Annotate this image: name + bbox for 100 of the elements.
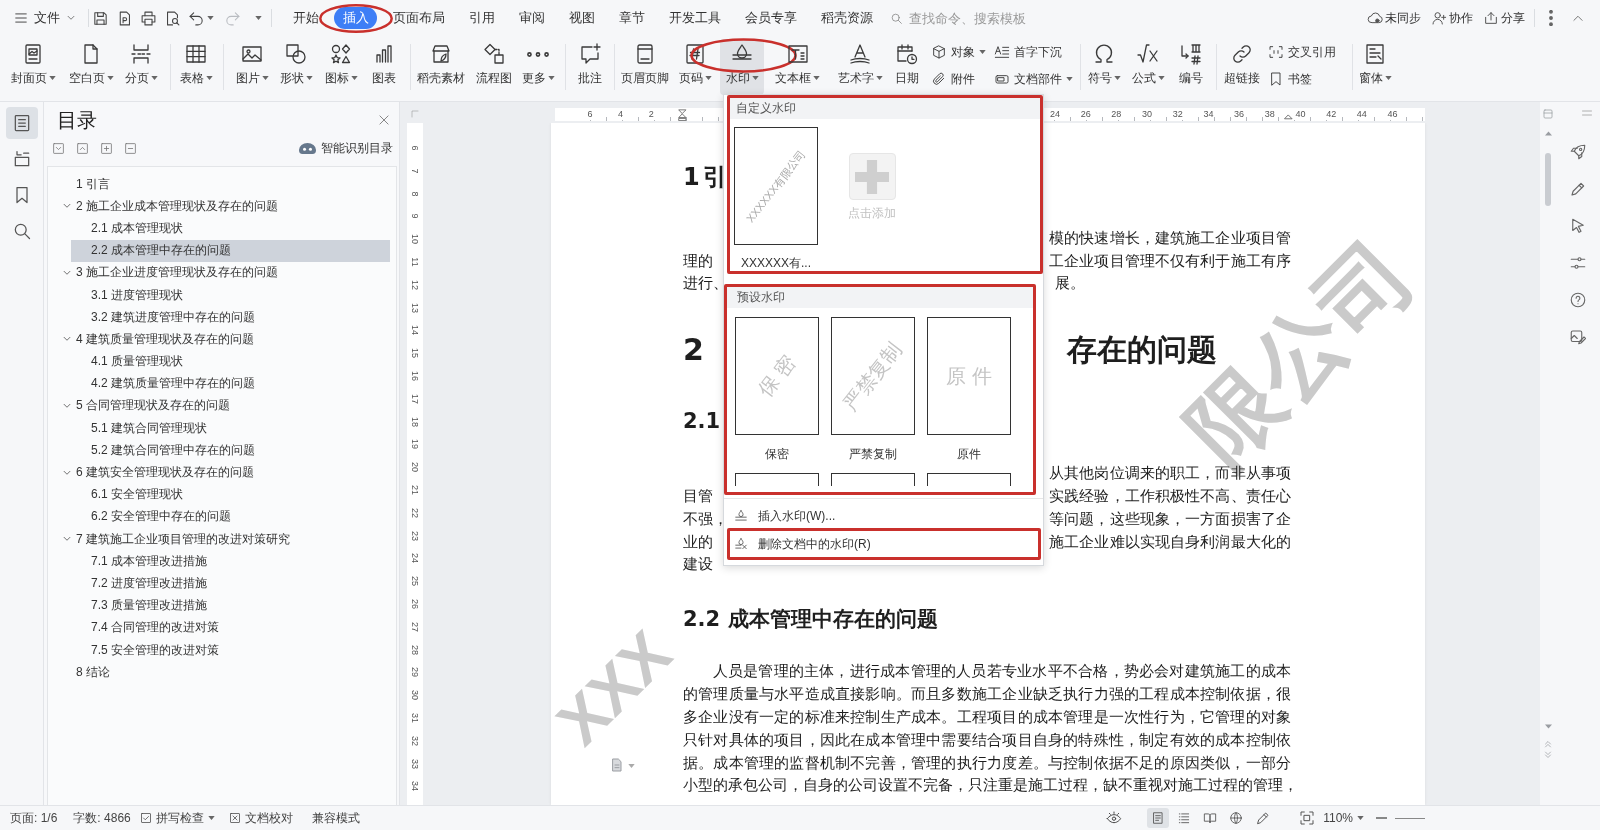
toc-item[interactable]: 2.2 成本管理中存在的问题 — [71, 239, 390, 262]
ribbon-button[interactable]: 稻壳素材 — [416, 39, 466, 95]
plus-square-icon[interactable] — [100, 141, 113, 155]
ribbon-button[interactable]: 页码 — [670, 39, 720, 95]
toc-item[interactable]: 4.1 质量管理现状 — [71, 350, 390, 373]
ribbon-button[interactable]: 附件 — [931, 69, 975, 89]
print-preview-icon[interactable] — [164, 9, 181, 27]
ribbon-tab[interactable]: 视图 — [560, 7, 603, 29]
toc-item[interactable]: 5.2 建筑合同管理中存在的问题 — [71, 439, 390, 462]
sync-button[interactable]: 未同步 — [1367, 9, 1421, 27]
caret-icon[interactable] — [628, 764, 635, 768]
ribbon-button[interactable]: 封面页 — [4, 39, 62, 95]
proofread-button[interactable]: 文档校对 — [228, 809, 293, 827]
toc-item[interactable]: 1 引言 — [55, 173, 390, 196]
toc-item[interactable]: 6 建筑安全管理现状及存在的问题 — [55, 461, 390, 484]
caret-icon[interactable] — [255, 16, 262, 20]
smart-toc-button[interactable]: 智能识别目录 — [299, 139, 393, 157]
fit-screen-icon[interactable] — [1299, 810, 1316, 826]
toc-item[interactable]: 7.2 进度管理改进措施 — [71, 572, 390, 595]
scrollbar-thumb[interactable] — [1545, 153, 1551, 206]
help-icon[interactable] — [1569, 291, 1587, 309]
ribbon-button[interactable]: 对象 — [931, 42, 986, 62]
indent-marker-icon[interactable] — [677, 108, 687, 121]
spell-check-button[interactable]: 拼写检查 — [139, 809, 215, 827]
eye-icon[interactable] — [1106, 810, 1123, 826]
ribbon-button[interactable]: 公式 — [1122, 39, 1174, 95]
scroll-up-icon[interactable] — [1544, 131, 1552, 136]
ribbon-button[interactable]: 空白页 — [62, 39, 120, 95]
undo-icon[interactable] — [188, 9, 205, 27]
search-field[interactable]: 查找命令、搜索模板 — [908, 10, 1039, 26]
toc-item[interactable]: 6.2 安全管理中存在的问题 — [71, 505, 390, 528]
toc-item[interactable]: 7.3 质量管理改进措施 — [71, 594, 390, 617]
toc-item[interactable]: 5.1 建筑合同管理现状 — [71, 417, 390, 440]
caret-icon[interactable] — [207, 16, 214, 20]
pen-icon[interactable] — [1255, 810, 1272, 826]
ribbon-tab[interactable]: 开发工具 — [660, 7, 729, 29]
ribbon-button[interactable]: 更多 — [521, 39, 555, 95]
pen-icon[interactable] — [1569, 180, 1587, 198]
ribbon-tab[interactable]: 稻壳资源 — [812, 7, 881, 29]
ribbon-button[interactable]: 艺术字 — [831, 39, 889, 95]
ribbon-button[interactable]: 批注 — [572, 39, 608, 95]
ribbon-button[interactable]: 图片 — [231, 39, 273, 95]
ribbon-button[interactable]: 流程图 — [466, 39, 521, 95]
ribbon-button[interactable]: 编号 — [1174, 39, 1208, 95]
word-count[interactable]: 字数: 4866 — [73, 809, 131, 827]
ribbon-button[interactable]: 文档部件 — [994, 69, 1073, 89]
toc-item[interactable]: 4.2 建筑质量管理中存在的问题 — [71, 372, 390, 395]
toc-item[interactable]: 7.4 合同管理的改进对策 — [71, 616, 390, 639]
zoom-level-button[interactable]: 110% — [1323, 811, 1364, 825]
ribbon-button[interactable]: 分页 — [120, 39, 162, 95]
ribbon-tab[interactable]: 章节 — [610, 7, 653, 29]
ribbon-button[interactable]: 超链接 — [1222, 39, 1262, 95]
toc-item[interactable]: 7 建筑施工企业项目管理的改进对策研究 — [55, 528, 390, 551]
ribbon-tab[interactable]: 审阅 — [510, 7, 553, 29]
expand-all-icon[interactable] — [52, 141, 65, 155]
toc-item[interactable]: 3.1 进度管理现状 — [71, 283, 390, 307]
toc-item[interactable]: 6.1 安全管理现状 — [71, 483, 390, 506]
toc-item[interactable]: 5 合同管理现状及存在的问题 — [55, 394, 390, 418]
menu-item[interactable]: 删除文档中的水印(R) — [727, 528, 1041, 560]
toc-item[interactable]: 2 施工企业成本管理现状及存在的问题 — [55, 195, 390, 218]
toc-item[interactable]: 3 施工企业进度管理现状及存在的问题 — [55, 261, 390, 284]
sidebar-tab[interactable] — [5, 107, 38, 139]
indent-marker-icon[interactable] — [1284, 114, 1293, 120]
share-button[interactable]: 分享 — [1483, 9, 1525, 27]
cursor-icon[interactable] — [1569, 217, 1587, 235]
ribbon-button[interactable]: 水印 — [720, 39, 764, 95]
ribbon-tab[interactable]: 会员专享 — [736, 7, 805, 29]
file-menu-button[interactable]: 文件 — [10, 5, 80, 31]
ribbon-tab[interactable]: 插入 — [334, 7, 377, 29]
ribbon-button[interactable]: 交叉引用 — [1268, 42, 1336, 62]
toc-item[interactable]: 7.5 安全管理的改进对策 — [71, 638, 390, 662]
ribbon-tab[interactable]: 开始 — [284, 7, 327, 29]
save-icon[interactable] — [92, 9, 109, 27]
toc-item[interactable]: 4 建筑质量管理现状及存在的问题 — [55, 328, 390, 351]
close-icon[interactable] — [377, 113, 391, 127]
collapse-all-icon[interactable] — [76, 141, 89, 155]
ribbon-tab[interactable]: 页面布局 — [384, 7, 453, 29]
ribbon-button[interactable]: 文本框 — [764, 39, 831, 95]
ribbon-button[interactable]: 图标 — [319, 39, 363, 95]
ribbon-button[interactable]: 窗体 — [1358, 39, 1392, 95]
scroll-down-icon[interactable] — [1544, 724, 1552, 729]
print-icon[interactable] — [140, 9, 157, 27]
minus-square-icon[interactable] — [124, 141, 137, 155]
ribbon-tab[interactable]: 引用 — [460, 7, 503, 29]
ribbon-button[interactable]: 图表 — [363, 39, 405, 95]
toc-item[interactable]: 2.1 成本管理现状 — [71, 217, 390, 240]
toc-item[interactable]: 8 结论 — [55, 661, 390, 684]
ribbon-button[interactable]: 首字下沉 — [994, 42, 1062, 62]
toc-item[interactable]: 7.1 成本管理改进措施 — [71, 550, 390, 573]
rocket-icon[interactable] — [1569, 143, 1587, 161]
more-icon[interactable] — [1549, 10, 1553, 26]
image-edit-icon[interactable] — [1569, 328, 1587, 346]
ribbon-button[interactable]: 书签 — [1268, 69, 1312, 89]
toc-item[interactable]: 3.2 建筑进度管理中存在的问题 — [71, 306, 390, 329]
sliders-icon[interactable] — [1569, 254, 1587, 272]
collaborate-button[interactable]: 协作 — [1431, 9, 1473, 27]
ribbon-button[interactable]: 形状 — [273, 39, 319, 95]
ribbon-button[interactable]: 符号 — [1086, 39, 1122, 95]
ribbon-button[interactable]: 表格 — [178, 39, 214, 95]
ribbon-button[interactable]: 页眉页脚 — [620, 39, 670, 95]
